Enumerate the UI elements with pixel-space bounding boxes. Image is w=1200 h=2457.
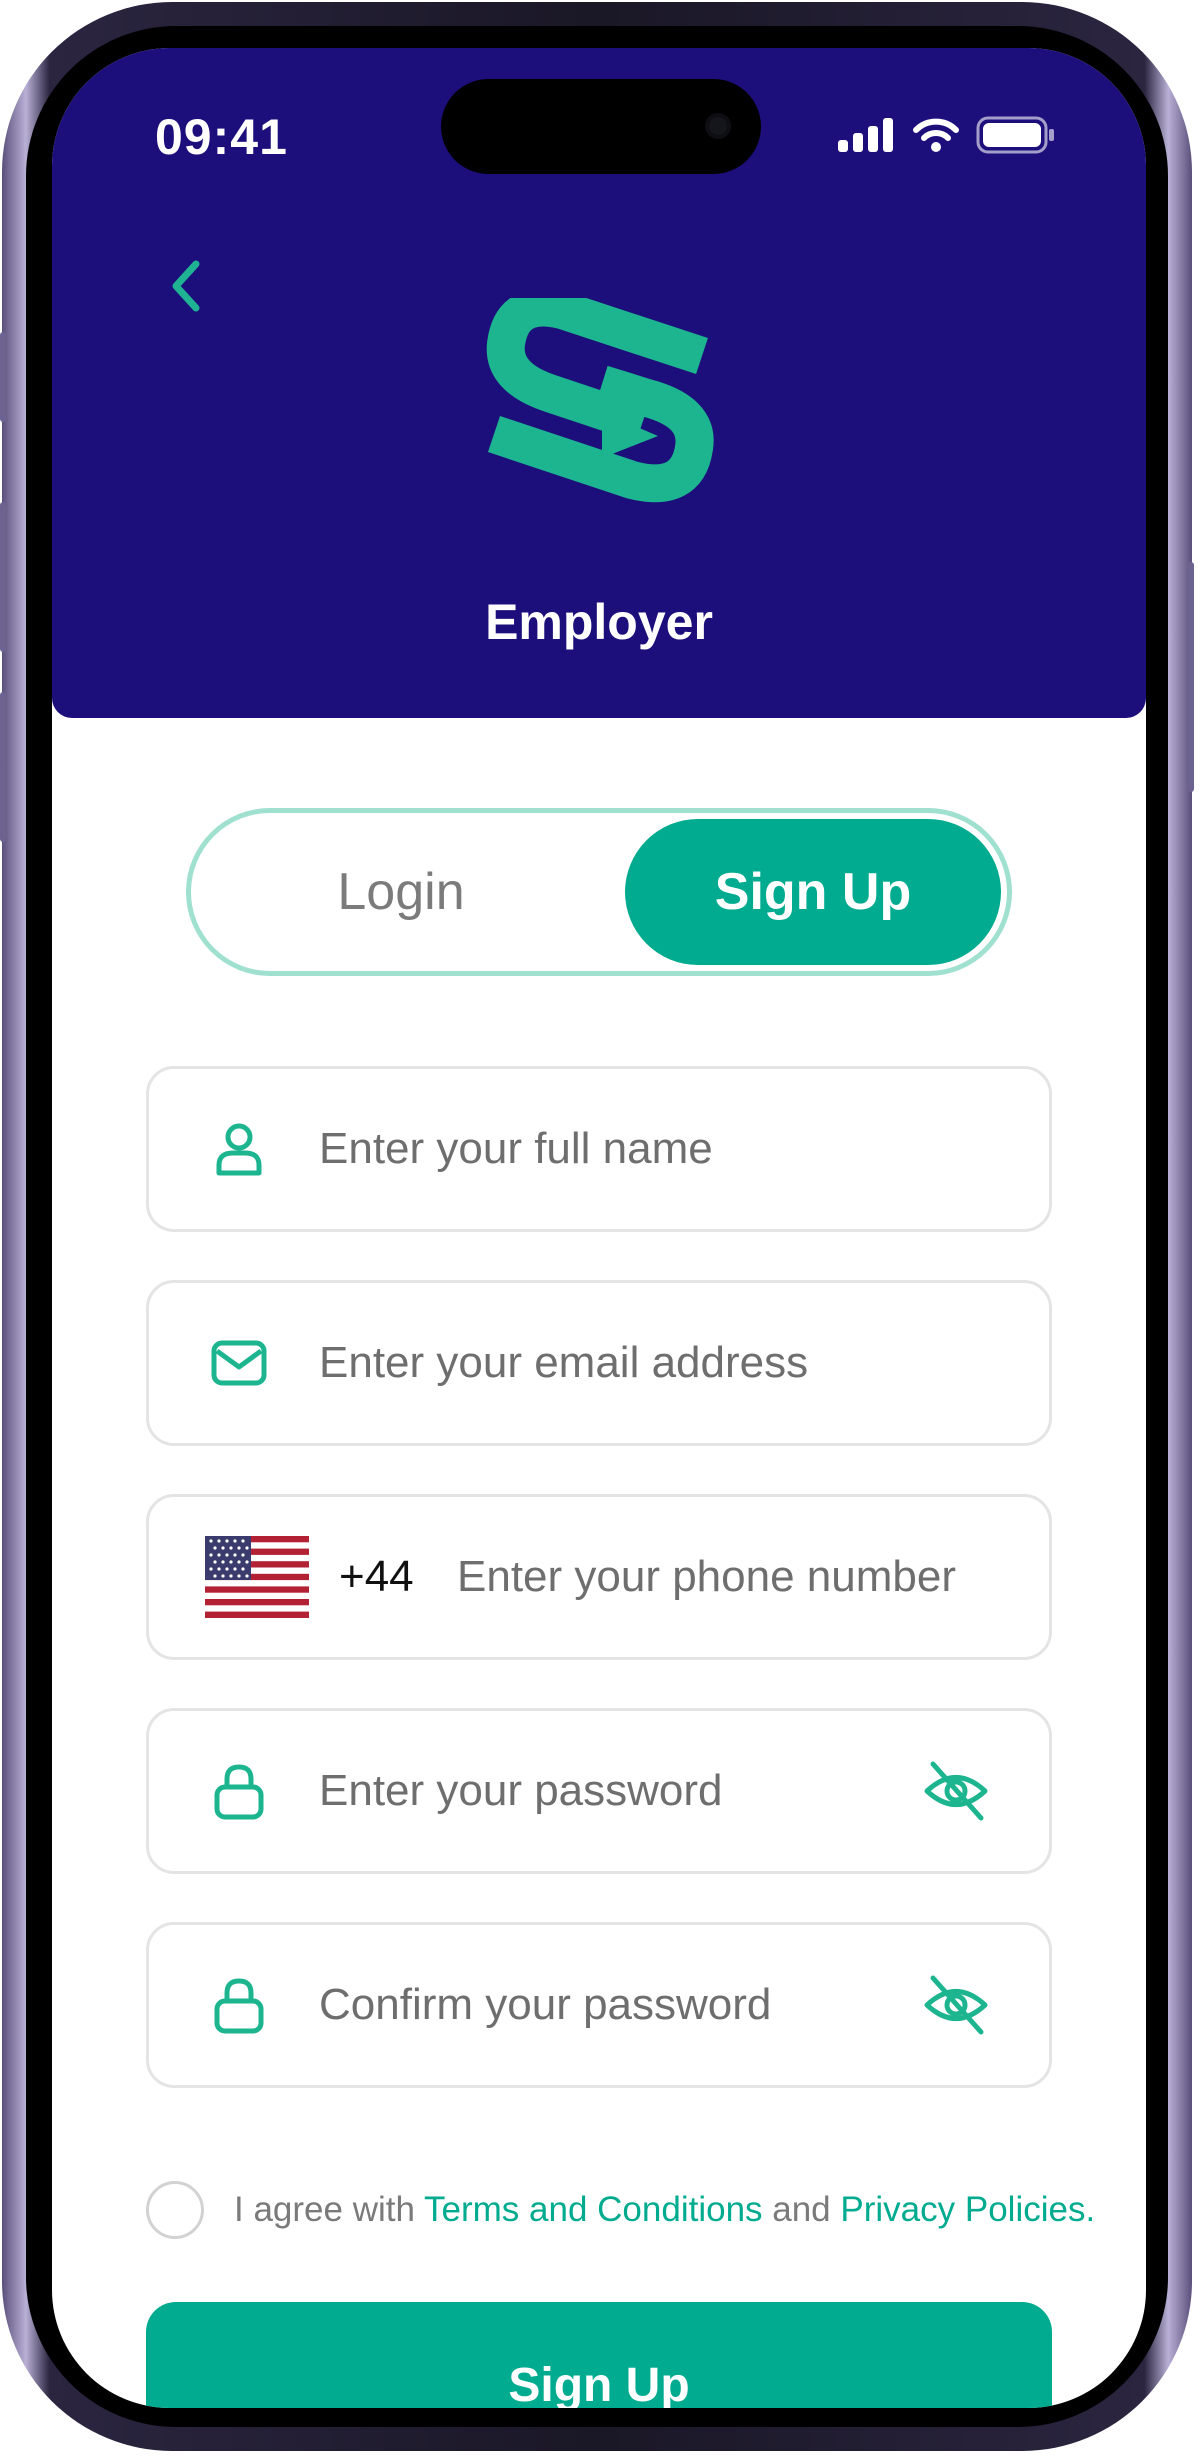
full-name-field[interactable]: Enter your full name [146,1066,1052,1232]
auth-toggle: Login Sign Up [186,808,1012,976]
us-flag-icon[interactable] [205,1536,309,1618]
user-icon [216,1123,262,1176]
full-name-placeholder: Enter your full name [319,1124,713,1173]
agreement-middle: and [762,2190,841,2229]
agreement-row: I agree with Terms and Conditions and Pr… [146,2180,1146,2240]
wifi-icon [913,118,959,152]
tab-signup[interactable]: Sign Up [625,819,1001,965]
front-camera [705,113,731,139]
status-time: 09:41 [155,109,288,165]
phone-placeholder: Enter your phone number [457,1552,956,1601]
email-placeholder: Enter your email address [319,1338,809,1387]
chevron-left-icon[interactable] [162,256,210,316]
dynamic-island [441,79,761,174]
app-header: 09:41 Employer [52,48,1146,718]
signal-icon [838,118,893,152]
agreement-text: I agree with Terms and Conditions and Pr… [234,2190,1095,2230]
lock-icon [214,1764,264,1820]
eye-off-icon[interactable] [923,1972,989,2038]
privacy-link[interactable]: Privacy Policies. [840,2190,1095,2229]
brand-logo [486,298,714,503]
phone-screen: 09:41 Employer Login Sign Up Enter your … [52,48,1146,2408]
status-icons [838,115,1056,155]
confirm-password-field[interactable]: Confirm your password [146,1922,1052,2088]
tab-login[interactable]: Login [191,813,611,971]
email-field[interactable]: Enter your email address [146,1280,1052,1446]
lock-icon [214,1978,264,2034]
eye-off-icon[interactable] [923,1758,989,1824]
role-title: Employer [485,594,713,650]
terms-link[interactable]: Terms and Conditions [424,2190,763,2229]
battery-icon [976,116,1054,154]
sign-up-button[interactable]: Sign Up [146,2302,1052,2408]
password-placeholder: Enter your password [319,1766,723,1815]
password-field[interactable]: Enter your password [146,1708,1052,1874]
agree-checkbox[interactable] [146,2181,204,2239]
confirm-password-placeholder: Confirm your password [319,1980,772,2029]
agreement-prefix: I agree with [234,2190,425,2229]
dial-code[interactable]: +44 [339,1552,414,1602]
phone-field[interactable]: +44 Enter your phone number [146,1494,1052,1660]
silent-switch [0,332,6,422]
volume-down-button [0,692,6,842]
mail-icon [211,1340,267,1386]
volume-up-button [0,502,6,652]
power-button [1188,562,1194,792]
